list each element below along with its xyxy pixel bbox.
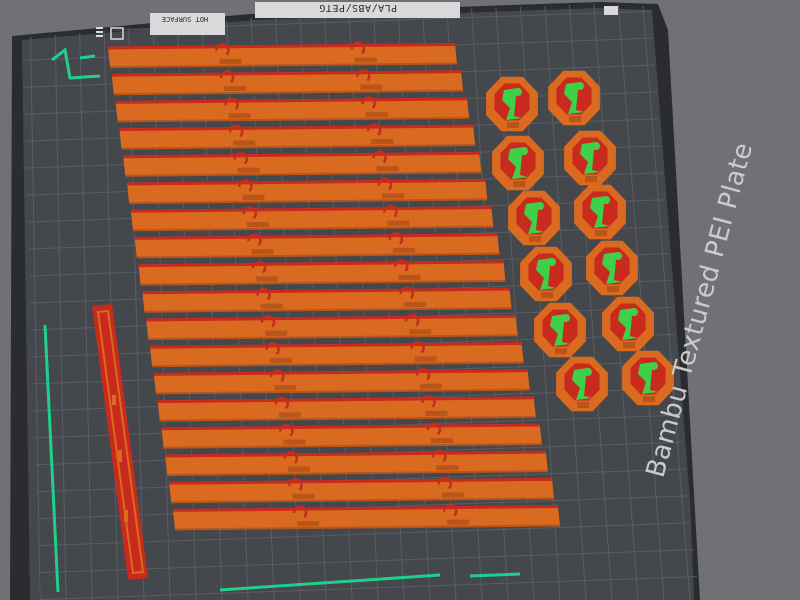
hook-tab (292, 493, 315, 499)
hook-tab (360, 84, 383, 90)
hook-tab (269, 357, 292, 363)
clip-part (574, 184, 626, 240)
clip-part (564, 130, 616, 186)
clip-base (577, 402, 589, 408)
hook-strip (134, 232, 500, 259)
clip-base (595, 230, 607, 236)
clip-part (492, 135, 544, 191)
hook-strip (157, 395, 536, 422)
hook-tab (392, 247, 415, 253)
support-tip (584, 368, 592, 376)
hook-strip (130, 204, 494, 232)
hook-strip (107, 41, 458, 68)
hook-strip (127, 177, 488, 204)
hook-tab (414, 356, 437, 362)
hook-tab (274, 385, 297, 391)
support-tip (602, 196, 610, 204)
clip-base (513, 181, 525, 187)
hook-strip (165, 449, 548, 476)
hook-strip (153, 367, 530, 395)
hook-tab (436, 465, 459, 471)
hook-tab (233, 140, 256, 146)
hook-tab (447, 519, 470, 525)
hook-tab (260, 303, 283, 309)
support-tip (592, 142, 600, 150)
plate-filament-label: PLA/ABS/PETG (318, 2, 398, 13)
hook-tab (365, 111, 388, 117)
nozzle-icon (96, 27, 103, 37)
support-tip (514, 88, 522, 96)
hook-strip (172, 503, 561, 531)
clip-part (486, 76, 538, 132)
clip-part (556, 356, 608, 412)
hook-strip (138, 259, 506, 286)
clip-base (623, 342, 635, 348)
support-tip (562, 314, 570, 322)
hot-surface-label: HOT SURFACE (161, 15, 209, 23)
clip-part (508, 190, 560, 246)
clip-base (585, 176, 597, 182)
hook-tab (403, 302, 426, 308)
hook-tab (409, 329, 432, 335)
clip-part (602, 296, 654, 352)
support-tip (576, 82, 584, 90)
hook-strip (123, 150, 482, 177)
support-tip (536, 202, 544, 210)
hook-tab (297, 521, 320, 527)
support-tip (614, 252, 622, 260)
clip-part (520, 246, 572, 302)
hook-tab (441, 492, 464, 498)
support-tip (650, 362, 658, 370)
support-tip (548, 258, 556, 266)
hook-tab (228, 113, 251, 119)
hook-strip (119, 123, 476, 150)
clip-base (555, 348, 567, 354)
clip-part (548, 70, 600, 126)
hook-tab (376, 166, 399, 172)
clip-base (507, 122, 519, 128)
hook-strip (169, 476, 554, 504)
hook-tab (265, 330, 288, 336)
build-plate-scene[interactable] (0, 0, 800, 600)
clip-part (586, 240, 638, 296)
hook-strip (115, 96, 470, 123)
clip-base (643, 396, 655, 402)
hook-tab (283, 439, 306, 445)
hook-strip (150, 340, 524, 368)
hook-tab (255, 276, 278, 282)
hook-tab (398, 274, 421, 280)
hook-tab (278, 412, 301, 418)
hook-tab (354, 57, 377, 63)
hook-tab (219, 58, 242, 64)
clip-base (569, 116, 581, 122)
hook-tab (371, 139, 394, 145)
hook-tab (430, 438, 453, 444)
clip-part (534, 302, 586, 358)
hook-tab (425, 410, 448, 416)
support-tip (520, 147, 528, 155)
hook-tab (287, 466, 310, 472)
hook-strip (142, 286, 512, 313)
hook-tab (251, 249, 274, 255)
hook-tab (237, 167, 260, 173)
hook-strip (111, 68, 464, 96)
hook-tab (387, 220, 410, 226)
hook-tab (246, 222, 269, 228)
hook-tab (242, 194, 265, 200)
hook-strip (161, 422, 542, 449)
hook-tab (224, 86, 247, 92)
hook-strip (146, 313, 518, 340)
clip-base (529, 236, 541, 242)
hook-tab (382, 193, 405, 199)
support-tip (630, 308, 638, 316)
plate-corner-marker (604, 6, 618, 15)
clip-base (541, 292, 553, 298)
3d-viewport[interactable]: PLA/ABS/PETG HOT SURFACE Bambu Textured … (0, 0, 800, 600)
hook-tab (420, 383, 443, 389)
clip-base (607, 286, 619, 292)
